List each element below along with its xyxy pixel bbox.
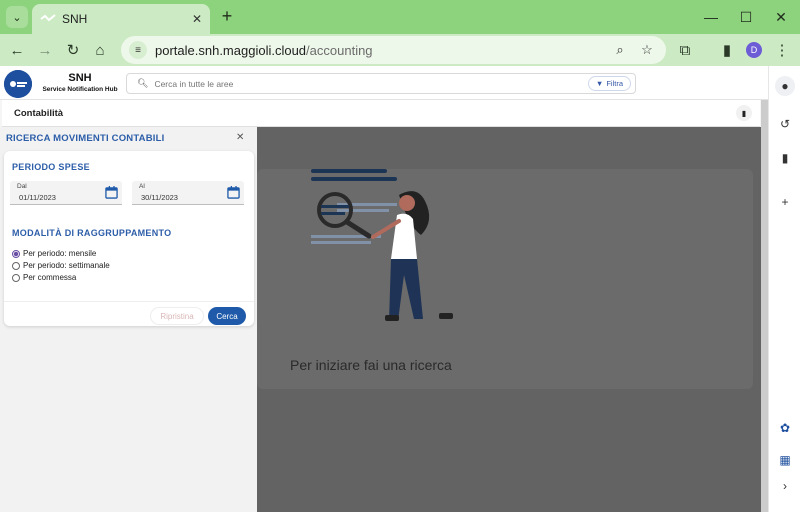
logo-mark-icon bbox=[4, 70, 32, 98]
site-favicon-icon bbox=[40, 14, 56, 22]
back-button[interactable]: ← bbox=[6, 39, 28, 61]
global-search-input[interactable] bbox=[154, 78, 635, 89]
radio-label: Per periodo: mensile bbox=[23, 249, 97, 258]
radio-button[interactable] bbox=[12, 273, 20, 282]
drawer-title: RICERCA MOVIMENTI CONTABILI bbox=[6, 133, 165, 144]
home-button[interactable]: ⌂ bbox=[89, 39, 111, 61]
search-illustration bbox=[311, 169, 453, 321]
date-to-field[interactable]: Al 30/11/2023 bbox=[132, 181, 244, 205]
radio-button[interactable] bbox=[12, 261, 20, 270]
tab-title: SNH bbox=[62, 12, 88, 26]
radio-button[interactable] bbox=[12, 249, 20, 258]
filter-label: Filtra bbox=[606, 79, 623, 88]
reading-list-icon[interactable]: ▮ bbox=[775, 148, 795, 168]
page-title: Contabilità bbox=[14, 108, 64, 119]
zoom-icon[interactable]: ⌕ bbox=[611, 41, 629, 59]
date-from-label: Dal bbox=[17, 183, 27, 190]
brand-name: SNH bbox=[68, 72, 92, 84]
expand-chevron-icon[interactable]: › bbox=[775, 476, 795, 496]
radio-option-monthly[interactable]: Per periodo: mensile bbox=[12, 249, 96, 258]
address-bar[interactable]: ≡ portale.snh.maggioli.cloud/accounting … bbox=[121, 36, 666, 64]
date-from-field[interactable]: Dal 01/11/2023 bbox=[10, 181, 122, 205]
url-host: portale.snh.maggioli.cloud bbox=[155, 42, 307, 58]
date-from-value: 01/11/2023 bbox=[19, 193, 56, 202]
search-form: PERIODO SPESE Dal 01/11/2023 Al 30/11/20… bbox=[4, 151, 254, 326]
extension-app-icon[interactable]: ✿ bbox=[775, 418, 795, 438]
close-icon[interactable]: ✕ bbox=[236, 132, 244, 143]
modal-backdrop[interactable]: Per iniziare fai una ricerca bbox=[257, 127, 761, 512]
brand-subtitle: Service Notification Hub bbox=[42, 86, 118, 93]
qr-code-icon[interactable]: ▦ bbox=[775, 450, 795, 470]
radio-label: Per periodo: settimanale bbox=[23, 261, 110, 270]
browser-side-panel: ● ↺ ▮ + ✿ ▦ › bbox=[768, 66, 800, 512]
bookmark-star-icon[interactable]: ☆ bbox=[638, 41, 656, 59]
forward-button[interactable]: → bbox=[34, 39, 56, 61]
page-scrollbar[interactable] bbox=[761, 100, 768, 512]
minimize-button[interactable]: — bbox=[701, 7, 721, 27]
maximize-button[interactable]: ☐ bbox=[736, 7, 756, 27]
browser-menu-icon[interactable]: ⋮ bbox=[771, 39, 793, 61]
divider bbox=[4, 301, 254, 302]
new-tab-button[interactable]: + bbox=[217, 6, 237, 26]
tab-close-icon[interactable]: ✕ bbox=[192, 12, 202, 26]
calendar-icon[interactable] bbox=[105, 186, 118, 199]
browser-toolbar: ← → ↻ ⌂ ≡ portale.snh.maggioli.cloud/acc… bbox=[0, 34, 800, 66]
bookmark-page-icon[interactable]: ▮ bbox=[736, 105, 752, 121]
history-icon[interactable]: ↺ bbox=[775, 114, 795, 134]
date-to-label: Al bbox=[139, 183, 145, 190]
calendar-icon[interactable] bbox=[227, 186, 240, 199]
search-drawer: RICERCA MOVIMENTI CONTABILI ✕ PERIODO SP… bbox=[0, 127, 257, 512]
page-title-bar: Contabilità ▮ bbox=[2, 100, 760, 127]
tab-search-button[interactable]: ⌄ bbox=[6, 6, 28, 28]
add-icon[interactable]: + bbox=[775, 192, 795, 212]
search-button[interactable]: Cerca bbox=[208, 307, 246, 325]
filter-button[interactable]: ▼ Filtra bbox=[587, 76, 631, 91]
account-icon[interactable]: ● bbox=[775, 76, 795, 96]
radio-option-job[interactable]: Per commessa bbox=[12, 273, 76, 282]
reset-button[interactable]: Ripristina bbox=[150, 307, 204, 325]
browser-tabstrip: ⌄ SNH ✕ + — ☐ ✕ bbox=[0, 0, 800, 34]
radio-label: Per commessa bbox=[23, 273, 77, 282]
brand: SNH Service Notification Hub bbox=[40, 72, 120, 93]
browser-tab[interactable]: SNH ✕ bbox=[32, 4, 210, 34]
section-grouping-heading: MODALITÀ DI RAGGRUPPAMENTO bbox=[12, 228, 172, 238]
section-period-heading: PERIODO SPESE bbox=[12, 162, 90, 172]
search-icon: 🔍︎ bbox=[137, 78, 149, 88]
global-search[interactable]: 🔍︎ ▼ Filtra bbox=[126, 73, 636, 94]
app-header: SNH Service Notification Hub 🔍︎ ▼ Filtra bbox=[0, 66, 768, 100]
window-close-button[interactable]: ✕ bbox=[771, 7, 791, 27]
reload-button[interactable]: ↻ bbox=[62, 39, 84, 61]
radio-option-weekly[interactable]: Per periodo: settimanale bbox=[12, 261, 110, 270]
extensions-icon[interactable]: ⧉ bbox=[674, 39, 696, 61]
empty-state-message: Per iniziare fai una ricerca bbox=[290, 357, 452, 373]
date-to-value: 30/11/2023 bbox=[141, 193, 178, 202]
url-path: /accounting bbox=[306, 42, 373, 58]
filter-icon: ▼ bbox=[595, 79, 604, 88]
site-info-icon[interactable]: ≡ bbox=[129, 41, 147, 59]
app-logo[interactable] bbox=[4, 70, 32, 98]
side-panel-icon[interactable]: ▮ bbox=[716, 39, 738, 61]
profile-avatar[interactable]: D bbox=[746, 42, 762, 58]
